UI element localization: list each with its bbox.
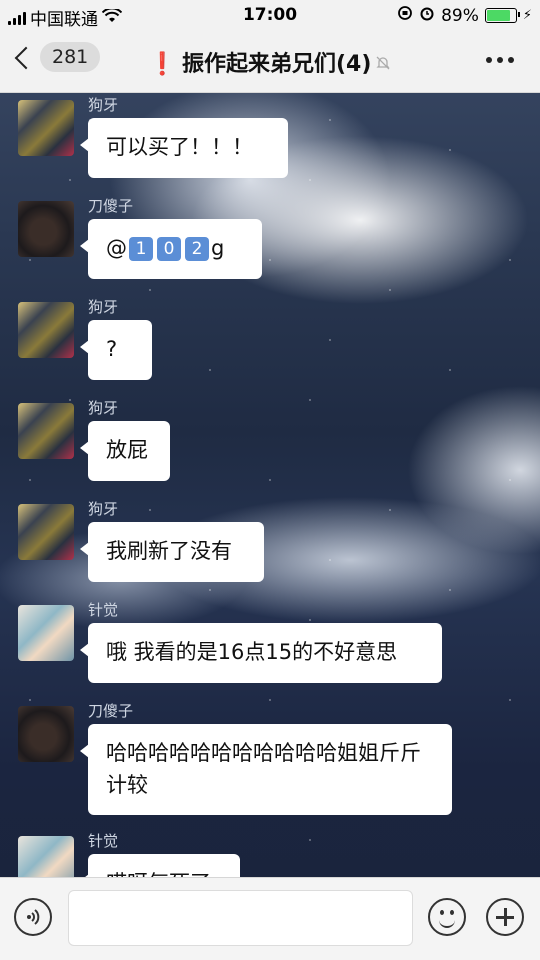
alarm-icon	[419, 5, 435, 26]
message-bubble[interactable]: 哦 我看的是16点15的不好意思	[80, 623, 442, 683]
more-dot	[486, 57, 492, 63]
keycap-digit: 2	[185, 237, 209, 261]
sender-name: 狗牙	[88, 500, 119, 518]
avatar[interactable]	[18, 201, 74, 257]
sender-name: 狗牙	[88, 96, 119, 114]
sender-name: 刀傻子	[88, 197, 134, 215]
message-bubble[interactable]: 哈哈哈哈哈哈哈哈哈哈哈姐姐斤斤计较	[80, 724, 452, 815]
mention-suffix: g	[211, 236, 225, 260]
emoji-icon[interactable]	[428, 898, 466, 936]
status-right: 89% ⚡	[397, 5, 532, 26]
bell-slash-icon	[375, 55, 391, 75]
message-bubble[interactable]: 哎呀气死了	[80, 854, 240, 878]
input-bar	[0, 877, 540, 960]
chat-screen: 中国联通 17:00 89% ⚡ 281 ❗ 振作起来弟兄们(4) 狗牙 可以买…	[0, 0, 540, 960]
chat-header: 281 ❗ 振作起来弟兄们(4)	[0, 30, 540, 93]
alert-icon: ❗	[148, 52, 176, 77]
message-bubble[interactable]: 放屁	[80, 421, 170, 481]
keycap-digit: 1	[129, 237, 153, 261]
more-dot	[497, 57, 503, 63]
sender-name: 狗牙	[88, 399, 119, 417]
battery-fill	[486, 10, 510, 21]
avatar[interactable]	[18, 706, 74, 762]
orientation-lock-icon	[397, 5, 413, 26]
chat-title[interactable]: ❗ 振作起来弟兄们(4)	[0, 46, 540, 78]
more-dot	[508, 57, 514, 63]
more-button[interactable]	[486, 57, 514, 63]
sender-name: 狗牙	[88, 298, 119, 316]
group-name: 振作起来弟兄们(4)	[181, 52, 372, 77]
message-bubble[interactable]: ?	[80, 320, 152, 380]
avatar[interactable]	[18, 836, 74, 878]
message-list[interactable]: 狗牙 可以买了！！！ 刀傻子 @1 0 2 g 狗牙 ? 狗牙 放屁 狗牙 我刷新了没…	[0, 92, 540, 878]
avatar[interactable]	[18, 504, 74, 560]
status-bar: 中国联通 17:00 89% ⚡	[0, 0, 540, 30]
sender-name: 刀傻子	[88, 702, 134, 720]
voice-icon[interactable]	[14, 898, 52, 936]
avatar[interactable]	[18, 605, 74, 661]
emoji-mouth	[439, 918, 455, 928]
plus-icon[interactable]	[486, 898, 524, 936]
message-bubble[interactable]: 可以买了！！！	[80, 118, 288, 178]
sender-name: 针觉	[88, 601, 119, 619]
battery-icon	[484, 8, 520, 23]
sender-name: 针觉	[88, 832, 119, 850]
avatar[interactable]	[18, 100, 74, 156]
charging-icon: ⚡	[522, 8, 532, 23]
battery-percent: 89%	[441, 5, 479, 26]
message-bubble[interactable]: @1 0 2 g	[80, 219, 262, 279]
avatar[interactable]	[18, 403, 74, 459]
avatar[interactable]	[18, 302, 74, 358]
keycap-digit: 0	[157, 237, 181, 261]
message-bubble[interactable]: 我刷新了没有	[80, 522, 264, 582]
mention-prefix: @	[106, 236, 127, 260]
message-input[interactable]	[68, 890, 413, 946]
